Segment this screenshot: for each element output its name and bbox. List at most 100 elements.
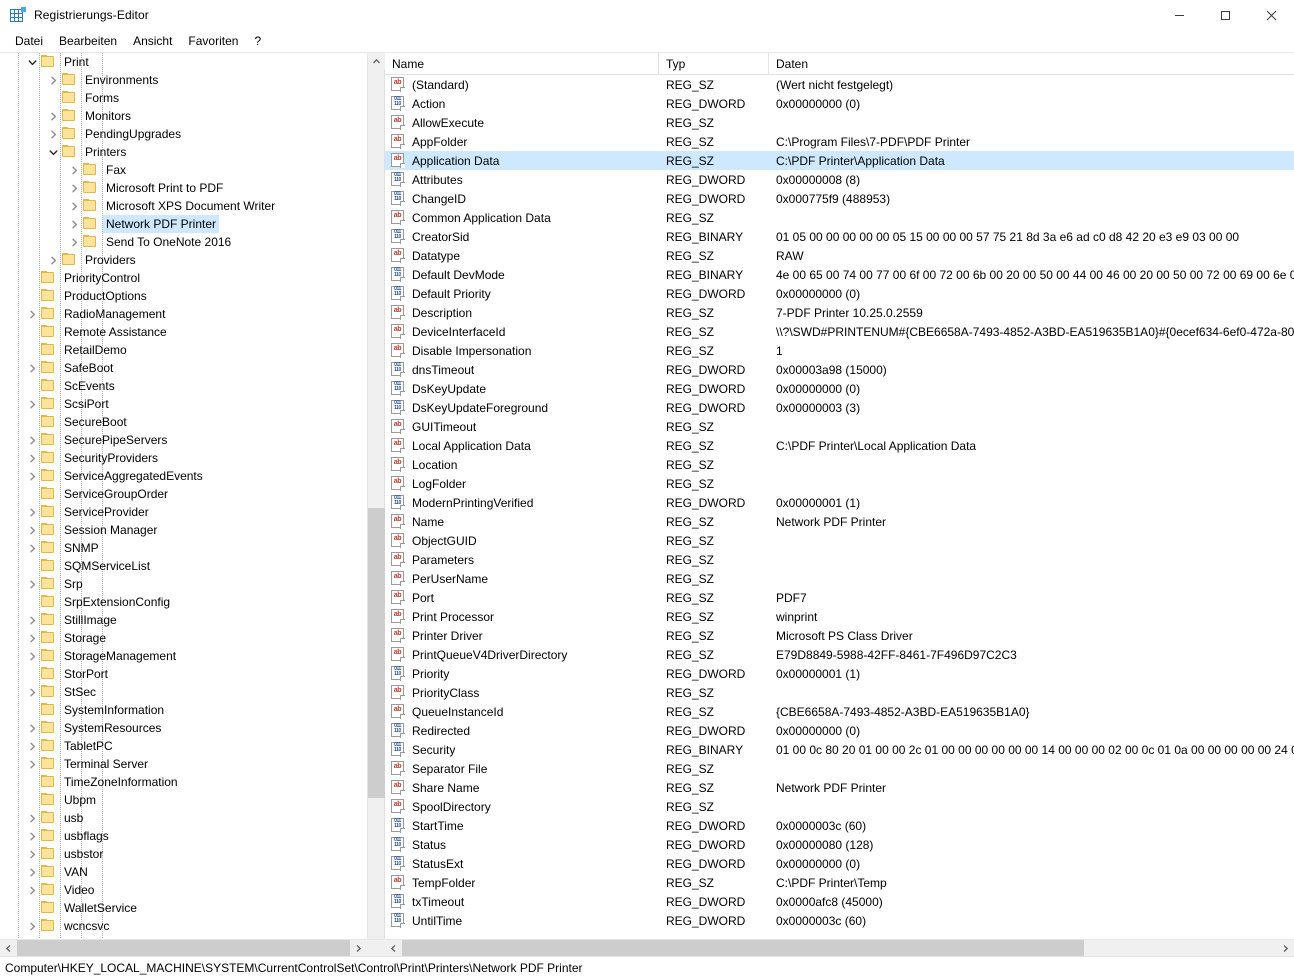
tree-node[interactable]: SQMServiceList [0, 557, 360, 575]
tree-node[interactable]: PriorityControl [0, 269, 360, 287]
tree-node[interactable]: ServiceGroupOrder [0, 485, 360, 503]
value-row[interactable]: ab PriorityClass REG_SZ [385, 683, 1294, 702]
tree-node[interactable]: StSec [0, 683, 360, 701]
menu-ansicht[interactable]: Ansicht [125, 31, 180, 51]
value-row[interactable]: ab Separator File REG_SZ [385, 759, 1294, 778]
chevron-right-icon[interactable] [24, 738, 40, 754]
value-row[interactable]: ab PrintQueueV4DriverDirectory REG_SZ E79D8… [385, 645, 1294, 664]
value-row[interactable]: ab Local Application Data REG_SZ C:\PDF Pri… [385, 436, 1294, 455]
tree-node[interactable]: ServiceProvider [0, 503, 360, 521]
value-row[interactable]: 011 110 Status REG_DWORD 0x00000080 (128) [385, 835, 1294, 854]
value-row[interactable]: ab Disable Impersonation REG_SZ 1 [385, 341, 1294, 360]
chevron-right-icon[interactable] [24, 630, 40, 646]
menu-datei[interactable]: Datei [7, 31, 51, 51]
maximize-button[interactable] [1202, 0, 1248, 30]
value-row[interactable]: 011 110 Redirected REG_DWORD 0x00000000 (0) [385, 721, 1294, 740]
tree-node[interactable]: usbflags [0, 827, 360, 845]
tree-node[interactable]: SystemInformation [0, 701, 360, 719]
tree-node[interactable]: usbstor [0, 845, 360, 863]
tree-node[interactable]: ScEvents [0, 377, 360, 395]
value-row[interactable]: 011 110 DsKeyUpdate REG_DWORD 0x00000000 (0… [385, 379, 1294, 398]
tree-node[interactable]: SafeBoot [0, 359, 360, 377]
scroll-left-icon[interactable] [0, 940, 17, 956]
chevron-right-icon[interactable] [66, 198, 82, 214]
tree-node[interactable]: SystemResources [0, 719, 360, 737]
value-row[interactable]: ab Application Data REG_SZ C:\PDF Printer\A… [385, 151, 1294, 170]
tree-node[interactable]: wcncsvc [0, 917, 360, 935]
tree-node[interactable]: Video [0, 881, 360, 899]
tree-node[interactable]: Microsoft Print to PDF [0, 179, 360, 197]
tree-hscroll-thumb[interactable] [17, 940, 350, 956]
tree-node[interactable]: SNMP [0, 539, 360, 557]
tree-node[interactable]: Network PDF Printer [0, 215, 360, 233]
value-row[interactable]: ab AppFolder REG_SZ C:\Program Files\7-PDF\… [385, 132, 1294, 151]
value-row[interactable]: ab Print Processor REG_SZ winprint [385, 607, 1294, 626]
value-row[interactable]: 011 110 Default Priority REG_DWORD 0x000000… [385, 284, 1294, 303]
close-button[interactable] [1248, 0, 1294, 30]
value-row[interactable]: ab Datatype REG_SZ RAW [385, 246, 1294, 265]
value-row[interactable]: 011 110 Priority REG_DWORD 0x00000001 (1) [385, 664, 1294, 683]
chevron-right-icon[interactable] [66, 180, 82, 196]
chevron-right-icon[interactable] [45, 72, 61, 88]
tree-node[interactable]: RetailDemo [0, 341, 360, 359]
chevron-right-icon[interactable] [66, 162, 82, 178]
chevron-right-icon[interactable] [24, 828, 40, 844]
value-row[interactable]: 011 110 UntilTime REG_DWORD 0x0000003c (60) [385, 911, 1294, 930]
chevron-right-icon[interactable] [24, 360, 40, 376]
tree-node[interactable]: VAN [0, 863, 360, 881]
tree-node[interactable]: Ubpm [0, 791, 360, 809]
chevron-right-icon[interactable] [24, 540, 40, 556]
value-row[interactable]: ab Name REG_SZ Network PDF Printer [385, 512, 1294, 531]
tree-node[interactable]: Print [0, 53, 360, 71]
tree-node[interactable]: Terminal Server [0, 755, 360, 773]
chevron-right-icon[interactable] [24, 306, 40, 322]
value-row[interactable]: ab Share Name REG_SZ Network PDF Printer [385, 778, 1294, 797]
value-row[interactable]: ab SpoolDirectory REG_SZ [385, 797, 1294, 816]
chevron-right-icon[interactable] [45, 108, 61, 124]
tree-node[interactable]: Storage [0, 629, 360, 647]
column-header-name[interactable]: Name [385, 53, 659, 75]
value-row[interactable]: ab ObjectGUID REG_SZ [385, 531, 1294, 550]
chevron-right-icon[interactable] [24, 396, 40, 412]
chevron-right-icon[interactable] [24, 612, 40, 628]
chevron-right-icon[interactable] [66, 234, 82, 250]
tree-node[interactable]: TabletPC [0, 737, 360, 755]
tree-vertical-scrollbar[interactable] [367, 53, 385, 956]
chevron-right-icon[interactable] [24, 918, 40, 934]
chevron-down-icon[interactable] [24, 54, 40, 70]
tree-node[interactable]: Session Manager [0, 521, 360, 539]
value-row[interactable]: ab Location REG_SZ [385, 455, 1294, 474]
chevron-right-icon[interactable] [24, 864, 40, 880]
tree-node[interactable]: PendingUpgrades [0, 125, 360, 143]
value-row[interactable]: ab TempFolder REG_SZ C:\PDF Printer\Temp [385, 873, 1294, 892]
chevron-right-icon[interactable] [45, 126, 61, 142]
value-row[interactable]: ab Port REG_SZ PDF7 [385, 588, 1294, 607]
chevron-right-icon[interactable] [45, 252, 61, 268]
chevron-right-icon[interactable] [24, 720, 40, 736]
tree-node[interactable]: StorageManagement [0, 647, 360, 665]
value-row[interactable]: 011 110 ModernPrintingVerified REG_DWORD 0x… [385, 493, 1294, 512]
tree-node[interactable]: Providers [0, 251, 360, 269]
value-row[interactable]: 011 110 Default DevMode REG_BINARY 4e 00 65… [385, 265, 1294, 284]
value-row[interactable]: 011 110 StartTime REG_DWORD 0x0000003c (60) [385, 816, 1294, 835]
tree-node[interactable]: usb [0, 809, 360, 827]
tree-node[interactable]: Environments [0, 71, 360, 89]
chevron-down-icon[interactable] [45, 144, 61, 160]
tree-node[interactable]: TimeZoneInformation [0, 773, 360, 791]
chevron-right-icon[interactable] [24, 846, 40, 862]
list-scroll-right-icon[interactable] [1277, 940, 1294, 956]
chevron-right-icon[interactable] [24, 522, 40, 538]
tree-node[interactable]: ScsiPort [0, 395, 360, 413]
chevron-right-icon[interactable] [24, 432, 40, 448]
tree-node[interactable]: Fax [0, 161, 360, 179]
scroll-right-icon[interactable] [350, 940, 367, 956]
value-row[interactable]: ab Description REG_SZ 7-PDF Printer 10.25.0… [385, 303, 1294, 322]
value-row[interactable]: 011 110 CreatorSid REG_BINARY 01 05 00 00 0… [385, 227, 1294, 246]
value-row[interactable]: 011 110 Attributes REG_DWORD 0x00000008 (8) [385, 170, 1294, 189]
tree-node[interactable]: Printers [0, 143, 360, 161]
tree-node[interactable]: SecurePipeServers [0, 431, 360, 449]
value-row[interactable]: ab (Standard) REG_SZ (Wert nicht festgelegt… [385, 75, 1294, 94]
tree-node[interactable]: Srp [0, 575, 360, 593]
value-row[interactable]: 011 110 txTimeout REG_DWORD 0x0000afc8 (450… [385, 892, 1294, 911]
value-row[interactable]: ab Printer Driver REG_SZ Microsoft PS Class… [385, 626, 1294, 645]
